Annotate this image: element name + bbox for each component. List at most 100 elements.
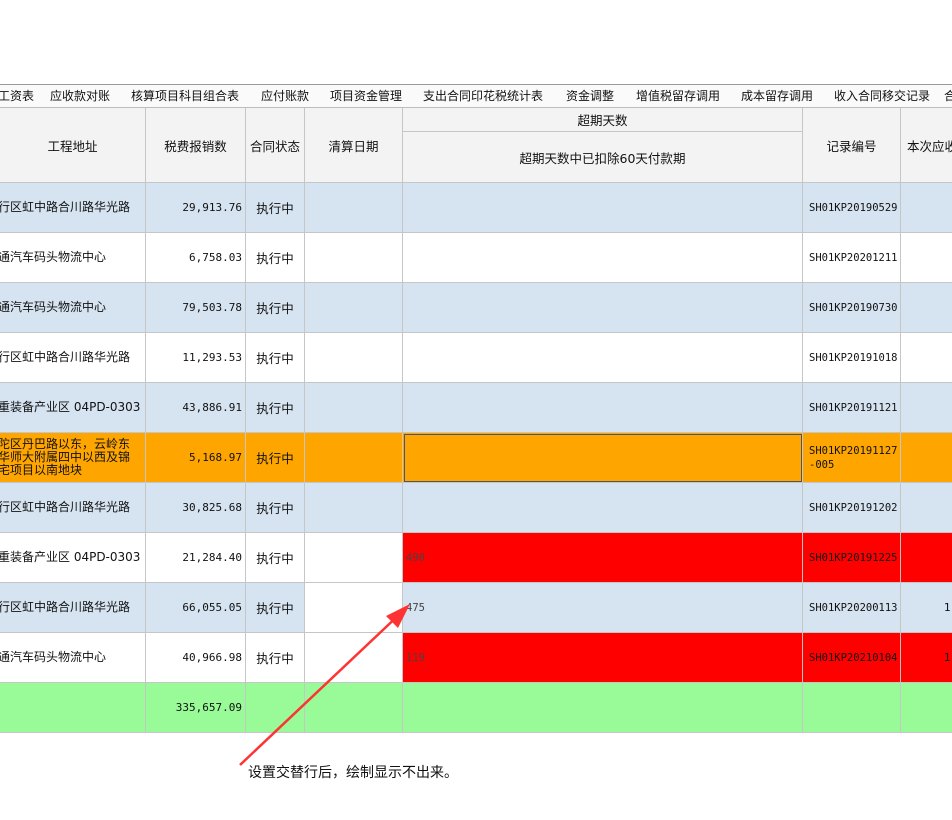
cell-receivable[interactable]: 1,570 — [901, 583, 952, 633]
cell-tax[interactable]: 11,293.53 — [146, 333, 246, 383]
cell-status[interactable]: 执行中 — [246, 433, 305, 483]
cell-overdue[interactable]: 475 — [403, 583, 803, 633]
header-address[interactable]: 工程地址 — [0, 108, 146, 183]
cell-receivable[interactable] — [901, 233, 952, 283]
header-settle-date[interactable]: 清算日期 — [305, 108, 403, 183]
cell-settle-date[interactable] — [305, 383, 403, 433]
header-this-receivable[interactable]: 本次应收 — [901, 108, 952, 183]
cell-settle-date[interactable] — [305, 233, 403, 283]
cell-overdue[interactable] — [403, 233, 803, 283]
cell-tax[interactable]: 43,886.91 — [146, 383, 246, 433]
cell-status-text: 执行中 — [256, 351, 294, 366]
cell-address[interactable]: 行区虹中路合川路华光路 — [0, 583, 146, 633]
cell-receivable[interactable] — [901, 383, 952, 433]
cell-address[interactable]: 重装备产业区 04PD-0303 — [0, 533, 146, 583]
header-record-no[interactable]: 记录编号 — [803, 108, 901, 183]
cell-receivable[interactable] — [901, 433, 952, 483]
cell-settle-date[interactable] — [305, 483, 403, 533]
sheet-tab[interactable]: 应收款对账 — [50, 85, 110, 107]
cell-settle-date[interactable] — [305, 533, 403, 583]
sheet-tab[interactable]: 工资表 — [0, 85, 34, 107]
sheet-tab[interactable]: 核算项目科目组合表 — [131, 85, 239, 107]
sheet-tab[interactable]: 支出合同印花税统计表 — [423, 85, 543, 107]
cell-overdue[interactable] — [403, 433, 803, 483]
cell-address[interactable]: 重装备产业区 04PD-0303 — [0, 383, 146, 433]
cell-overdue[interactable] — [403, 333, 803, 383]
cell-receivable[interactable]: 600 — [901, 533, 952, 583]
sheet-tab[interactable]: 成本留存调用 — [741, 85, 813, 107]
cell-status[interactable]: 执行中 — [246, 233, 305, 283]
cell-settle-date[interactable] — [305, 283, 403, 333]
sheet-tab[interactable]: 资金调整 — [566, 85, 614, 107]
cell-receivable[interactable] — [901, 183, 952, 233]
cell-status-text: 执行中 — [256, 651, 294, 666]
header-status[interactable]: 合同状态 — [246, 108, 305, 183]
cell-record-no[interactable]: SH01KP20191018 — [803, 333, 901, 383]
cell-tax[interactable]: 79,503.78 — [146, 283, 246, 333]
sheet-tab[interactable]: 合 — [944, 85, 952, 107]
cell-address[interactable]: 行区虹中路合川路华光路 — [0, 483, 146, 533]
cell-address[interactable]: 陀区丹巴路以东，云岭东 华师大附属四中以西及锦 宅项目以南地块 — [0, 433, 146, 483]
cell-tax-text: 21,284.40 — [182, 551, 242, 564]
cell-record-no[interactable]: SH01KP20191127 -005 — [803, 433, 901, 483]
cell-status[interactable]: 执行中 — [246, 283, 305, 333]
cell-overdue[interactable] — [403, 283, 803, 333]
cell-record-no[interactable]: SH01KP20191225 — [803, 533, 901, 583]
cell-record-no[interactable]: SH01KP20200113 — [803, 583, 901, 633]
cell-status[interactable]: 执行中 — [246, 633, 305, 683]
sheet-tab[interactable]: 增值税留存调用 — [636, 85, 720, 107]
cell-record-no-text: SH01KP20191121 — [809, 401, 898, 414]
cell-tax[interactable]: 29,913.76 — [146, 183, 246, 233]
cell-address[interactable]: 行区虹中路合川路华光路 — [0, 183, 146, 233]
cell-overdue-text: 490 — [406, 551, 425, 564]
header-overdue-group[interactable]: 超期天数 — [403, 108, 803, 132]
cell-address[interactable]: 行区虹中路合川路华光路 — [0, 333, 146, 383]
cell-overdue[interactable] — [403, 483, 803, 533]
cell-overdue[interactable] — [403, 383, 803, 433]
cell-settle-date[interactable] — [305, 183, 403, 233]
cell-status[interactable]: 执行中 — [246, 483, 305, 533]
cell-record-no[interactable]: SH01KP20191202 — [803, 483, 901, 533]
cell-status[interactable]: 执行中 — [246, 583, 305, 633]
header-tax[interactable]: 税费报销数 — [146, 108, 246, 183]
sheet-tab[interactable]: 项目资金管理 — [330, 85, 402, 107]
cell-status[interactable]: 执行中 — [246, 333, 305, 383]
cell-record-no[interactable]: SH01KP20190730 — [803, 283, 901, 333]
cell-address[interactable]: 通汽车码头物流中心 — [0, 233, 146, 283]
cell-receivable[interactable] — [901, 483, 952, 533]
header-overdue-sub[interactable]: 超期天数中已扣除60天付款期 — [403, 132, 803, 183]
cell-settle-date[interactable] — [305, 583, 403, 633]
cell-record-no[interactable]: SH01KP20201211 — [803, 233, 901, 283]
cell-tax[interactable]: 30,825.68 — [146, 483, 246, 533]
cell-address-text: 行区虹中路合川路华光路 — [0, 600, 131, 614]
cell-overdue[interactable] — [403, 183, 803, 233]
cell-receivable[interactable] — [901, 333, 952, 383]
cell-status-text: 执行中 — [256, 251, 294, 266]
sheet-tab[interactable]: 应付账款 — [261, 85, 309, 107]
cell-record-no[interactable]: SH01KP20191121 — [803, 383, 901, 433]
cell-receivable[interactable] — [901, 283, 952, 333]
sheet-tab[interactable]: 收入合同移交记录 — [834, 85, 930, 107]
cell-settle-date[interactable] — [305, 333, 403, 383]
cell-record-no[interactable]: SH01KP20190529 — [803, 183, 901, 233]
cell-tax-text: 29,913.76 — [182, 201, 242, 214]
cell-record-no-text: SH01KP20191127 -005 — [809, 444, 898, 471]
cell-overdue[interactable]: 119 — [403, 633, 803, 683]
cell-record-no[interactable]: SH01KP20210104 — [803, 633, 901, 683]
cell-status-text: 执行中 — [256, 301, 294, 316]
cell-address[interactable]: 通汽车码头物流中心 — [0, 283, 146, 333]
cell-status[interactable]: 执行中 — [246, 533, 305, 583]
cell-tax[interactable]: 21,284.40 — [146, 533, 246, 583]
cell-overdue[interactable]: 490 — [403, 533, 803, 583]
cell-address[interactable]: 通汽车码头物流中心 — [0, 633, 146, 683]
cell-tax[interactable]: 40,966.98 — [146, 633, 246, 683]
cell-status[interactable]: 执行中 — [246, 183, 305, 233]
cell-settle-date[interactable] — [305, 433, 403, 483]
cell-record-no-text: SH01KP20201211 — [809, 251, 898, 264]
cell-receivable[interactable]: 1,060 — [901, 633, 952, 683]
cell-tax[interactable]: 66,055.05 — [146, 583, 246, 633]
cell-settle-date[interactable] — [305, 633, 403, 683]
cell-tax[interactable]: 5,168.97 — [146, 433, 246, 483]
cell-status[interactable]: 执行中 — [246, 383, 305, 433]
cell-tax[interactable]: 6,758.03 — [146, 233, 246, 283]
